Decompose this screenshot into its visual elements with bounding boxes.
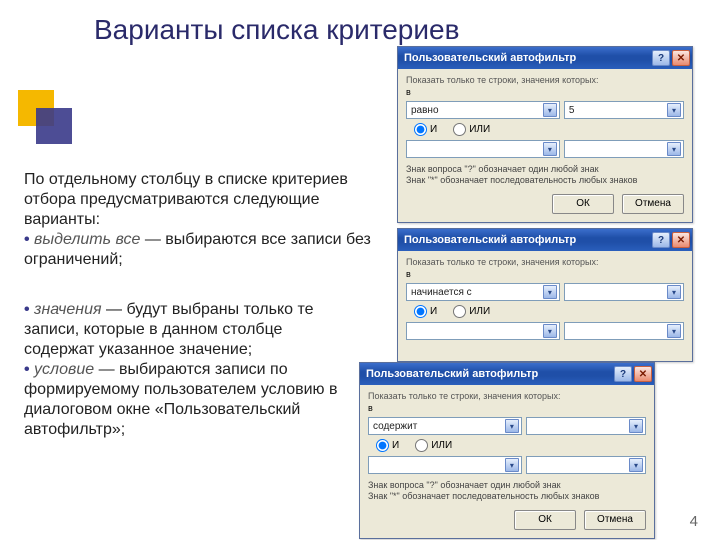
value-combo-2[interactable]: ▾ (526, 456, 646, 474)
condition-combo-2[interactable]: ▾ (368, 456, 522, 474)
help-button[interactable]: ? (652, 232, 670, 248)
help-button[interactable]: ? (652, 50, 670, 66)
cancel-button[interactable]: Отмена (584, 510, 646, 530)
chevron-down-icon: ▾ (667, 103, 681, 117)
autofilter-dialog-1: Пользовательский автофильтр ? ✕ Показать… (397, 46, 693, 223)
dialog-note: Знак вопроса "?" обозначает один любой з… (368, 480, 646, 502)
condition-combo-1[interactable]: содержит ▾ (368, 417, 522, 435)
dialog-title: Пользовательский автофильтр (366, 368, 612, 380)
condition-combo-2[interactable]: ▾ (406, 322, 560, 340)
para1-intro: По отдельному столбцу в списке критериев… (24, 171, 348, 228)
cancel-button[interactable]: Отмена (622, 194, 684, 214)
condition-combo-2[interactable]: ▾ (406, 140, 560, 158)
field-label: в (406, 269, 684, 279)
combo-value: 5 (569, 105, 575, 116)
field-label: в (368, 403, 646, 413)
term-condition: условие (34, 361, 94, 378)
radio-and[interactable]: И (414, 123, 437, 136)
dialog-title: Пользовательский автофильтр (404, 234, 650, 246)
close-button[interactable]: ✕ (672, 232, 690, 248)
term-select-all: выделить все (34, 231, 140, 248)
term-values: значения (34, 301, 102, 318)
ok-button[interactable]: ОК (552, 194, 614, 214)
value-combo-2[interactable]: ▾ (564, 322, 684, 340)
chevron-down-icon: ▾ (667, 142, 681, 156)
close-button[interactable]: ✕ (672, 50, 690, 66)
slide-title: Варианты списка критериев (94, 14, 459, 46)
chevron-down-icon: ▾ (505, 419, 519, 433)
help-button[interactable]: ? (614, 366, 632, 382)
combo-value: содержит (373, 421, 417, 432)
dialog-titlebar[interactable]: Пользовательский автофильтр ? ✕ (398, 47, 692, 69)
dialog-title: Пользовательский автофильтр (404, 52, 650, 64)
chevron-down-icon: ▾ (629, 419, 643, 433)
radio-or[interactable]: ИЛИ (453, 305, 490, 318)
chevron-down-icon: ▾ (667, 324, 681, 338)
radio-or[interactable]: ИЛИ (415, 439, 452, 452)
decorative-squares (18, 90, 76, 148)
autofilter-dialog-2: Пользовательский автофильтр ? ✕ Показать… (397, 228, 693, 362)
dialog-hint: Показать только те строки, значения кото… (406, 257, 684, 267)
chevron-down-icon: ▾ (629, 458, 643, 472)
dialog-note: Знак вопроса "?" обозначает один любой з… (406, 164, 684, 186)
page-number: 4 (690, 513, 698, 530)
value-combo-2[interactable]: ▾ (564, 140, 684, 158)
chevron-down-icon: ▾ (543, 142, 557, 156)
value-combo-1[interactable]: 5 ▾ (564, 101, 684, 119)
chevron-down-icon: ▾ (667, 285, 681, 299)
bullet-marker: • (24, 361, 34, 378)
chevron-down-icon: ▾ (543, 285, 557, 299)
body-paragraph-2: • значения — будут выбраны только те зап… (24, 300, 354, 440)
field-label: в (406, 87, 684, 97)
condition-combo-1[interactable]: начинается с ▾ (406, 283, 560, 301)
combo-value: равно (411, 105, 439, 116)
dialog-titlebar[interactable]: Пользовательский автофильтр ? ✕ (360, 363, 654, 385)
bullet-marker: • (24, 231, 34, 248)
close-button[interactable]: ✕ (634, 366, 652, 382)
chevron-down-icon: ▾ (543, 324, 557, 338)
radio-and[interactable]: И (376, 439, 399, 452)
dialog-hint: Показать только те строки, значения кото… (368, 391, 646, 401)
body-paragraph-1: По отдельному столбцу в списке критериев… (24, 170, 384, 270)
dialog-hint: Показать только те строки, значения кото… (406, 75, 684, 85)
value-combo-1[interactable]: ▾ (564, 283, 684, 301)
ok-button[interactable]: ОК (514, 510, 576, 530)
value-combo-1[interactable]: ▾ (526, 417, 646, 435)
radio-and[interactable]: И (414, 305, 437, 318)
condition-combo-1[interactable]: равно ▾ (406, 101, 560, 119)
chevron-down-icon: ▾ (543, 103, 557, 117)
autofilter-dialog-3: Пользовательский автофильтр ? ✕ Показать… (359, 362, 655, 539)
combo-value: начинается с (411, 287, 472, 298)
radio-or[interactable]: ИЛИ (453, 123, 490, 136)
chevron-down-icon: ▾ (505, 458, 519, 472)
bullet-marker: • (24, 301, 34, 318)
dialog-titlebar[interactable]: Пользовательский автофильтр ? ✕ (398, 229, 692, 251)
